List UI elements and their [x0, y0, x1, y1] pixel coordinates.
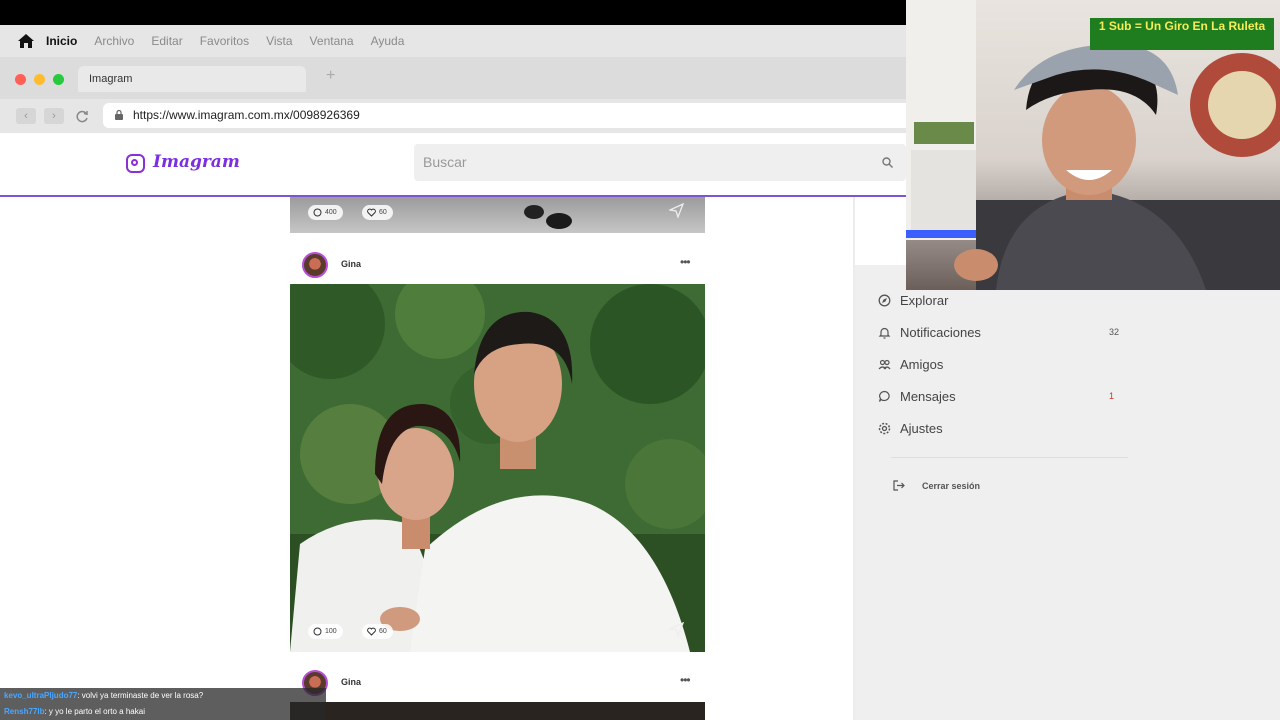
reload-icon[interactable] [76, 110, 89, 123]
post-image[interactable] [290, 702, 705, 720]
logout-link[interactable]: Cerrar sesión [922, 481, 980, 491]
maximize-window-button[interactable] [53, 74, 64, 85]
image-detail [524, 205, 544, 219]
like-count: 60 [379, 209, 387, 216]
sidebar-item-amigos[interactable]: Amigos [878, 357, 944, 372]
like-count-pill[interactable]: 60 [362, 205, 393, 220]
couple-photo [290, 284, 705, 652]
webcam-overlay: 1 Sub = Un Giro En La Ruleta [906, 0, 1280, 290]
imagram-logo-icon[interactable] [126, 154, 145, 173]
sidebar-nav: Explorar Notificaciones 32 Amigos Mensaj… [855, 265, 1280, 720]
share-icon[interactable] [669, 622, 684, 637]
post-username[interactable]: Gina [341, 259, 361, 269]
home-icon[interactable] [18, 34, 34, 48]
comment-count-pill[interactable]: 100 [308, 624, 343, 639]
chat-text: : volvi ya terminaste de ver la rosa? [77, 691, 204, 700]
post-header: Gina ••• [290, 246, 705, 284]
comment-icon [313, 208, 322, 217]
chat-bubble-icon [878, 390, 890, 402]
minimize-window-button[interactable] [34, 74, 45, 85]
comment-count-pill[interactable]: 400 [308, 205, 343, 220]
sidebar-item-mensajes[interactable]: Mensajes [878, 389, 956, 404]
menu-ventana[interactable]: Ventana [310, 34, 354, 48]
bell-icon [878, 327, 891, 339]
sidebar-item-explorar[interactable]: Explorar [878, 293, 949, 308]
menu-archivo[interactable]: Archivo [94, 34, 134, 48]
comment-icon [313, 627, 322, 636]
menu-favoritos[interactable]: Favoritos [200, 34, 249, 48]
notification-count-badge: 32 [1109, 327, 1120, 337]
search-input[interactable]: Buscar [414, 144, 906, 181]
sidebar-item-label: Ajustes [900, 421, 943, 436]
message-count-badge: 1 [1109, 391, 1115, 401]
sidebar-item-label: Explorar [900, 293, 949, 308]
os-menubar: Inicio Archivo Editar Favoritos Vista Ve… [0, 25, 906, 57]
heart-icon [367, 627, 376, 636]
browser-screen: Inicio Archivo Editar Favoritos Vista Ve… [0, 25, 906, 720]
sidebar-item-notificaciones[interactable]: Notificaciones [878, 325, 981, 340]
close-window-button[interactable] [15, 74, 26, 85]
url-text: https://www.imagram.com.mx/0098926369 [133, 108, 360, 122]
like-count-pill[interactable]: 60 [362, 624, 393, 639]
more-options-icon[interactable]: ••• [680, 673, 691, 687]
imagram-logo[interactable]: Imagram [153, 152, 240, 172]
comment-count: 100 [325, 628, 337, 635]
sidebar-item-label: Mensajes [900, 389, 956, 404]
lock-icon [115, 110, 123, 120]
forward-button[interactable]: › [44, 108, 64, 124]
gear-icon [878, 422, 891, 435]
sidebar-item-ajustes[interactable]: Ajustes [878, 421, 943, 436]
avatar[interactable] [302, 252, 328, 278]
search-icon[interactable] [882, 157, 893, 168]
url-field[interactable]: https://www.imagram.com.mx/0098926369 [103, 103, 906, 128]
post-header: Gina ••• [290, 664, 705, 702]
chat-message: kevo_ultraPIjudo77: volvi ya terminaste … [0, 688, 326, 704]
menu-ayuda[interactable]: Ayuda [371, 34, 405, 48]
menu-vista[interactable]: Vista [266, 34, 292, 48]
sidebar-item-label: Amigos [900, 357, 944, 372]
heart-icon [367, 208, 376, 217]
back-button[interactable]: ‹ [16, 108, 36, 124]
more-options-icon[interactable]: ••• [680, 255, 691, 269]
image-detail [546, 213, 572, 229]
logout-icon[interactable] [893, 480, 905, 491]
post-image[interactable]: 400 60 [290, 197, 705, 233]
like-count: 60 [379, 628, 387, 635]
top-letterbox [0, 0, 906, 25]
new-tab-button[interactable]: + [326, 67, 335, 85]
imagram-header: Imagram Buscar [0, 133, 906, 197]
address-bar-row: ‹ › https://www.imagram.com.mx/009892636… [0, 99, 906, 133]
sub-banner: 1 Sub = Un Giro En La Ruleta [1090, 18, 1274, 50]
post-image[interactable]: 100 60 [290, 284, 705, 652]
compass-icon [878, 294, 891, 307]
chat-username: Rensh77lb [4, 707, 45, 716]
chat-text: : y yo le parto el orto a hakai [44, 707, 145, 716]
feed: 400 60 Gina ••• 100 60 Gina ••• [0, 197, 906, 720]
comment-count: 400 [325, 209, 337, 216]
menu-editar[interactable]: Editar [151, 34, 182, 48]
menu-inicio[interactable]: Inicio [46, 34, 77, 48]
post-username[interactable]: Gina [341, 677, 361, 687]
people-icon [878, 359, 891, 370]
sidebar-item-label: Notificaciones [900, 325, 981, 340]
share-icon[interactable] [669, 203, 684, 218]
chat-username: kevo_ultraPIjudo77 [4, 691, 78, 700]
tab-bar: Imagram + [0, 57, 906, 99]
sidebar-divider [891, 457, 1128, 458]
chat-message: Rensh77lb: y yo le parto el orto a hakai [0, 704, 326, 720]
tab-imagram[interactable]: Imagram [78, 66, 306, 92]
